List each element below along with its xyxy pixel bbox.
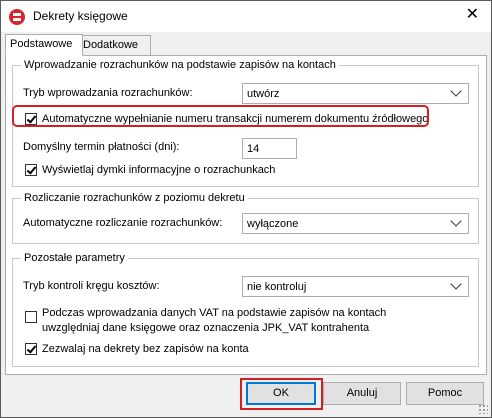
ok-highlight-annotation — [240, 378, 323, 410]
help-button[interactable]: Pomoc — [406, 382, 484, 405]
tab-panel-podstawowe: Wprowadzanie rozrachunków na podstawie z… — [5, 55, 487, 375]
group-settlement-from-entry: Rozliczanie rozrachunków z poziomu dekre… — [12, 191, 479, 244]
tab-dodatkowe[interactable]: Dodatkowe — [78, 35, 151, 56]
highlight-annotation — [12, 105, 429, 127]
tooltips-checkbox[interactable] — [25, 164, 37, 176]
entry-mode-value: utwórz — [247, 88, 280, 100]
title-bar[interactable]: Dekrety księgowe ✕ — [1, 1, 491, 32]
entry-mode-label: Tryb wprowadzania rozrachunków: — [23, 87, 193, 99]
group-legend: Pozostałe parametry — [21, 251, 128, 265]
tooltips-label[interactable]: Wyświetlaj dymki informacyjne o rozrachu… — [42, 163, 275, 177]
allow-empty-label[interactable]: Zezwalaj na dekrety bez zapisów na konta — [42, 342, 249, 356]
vat-label-line1[interactable]: Podczas wprowadzania danych VAT na podst… — [42, 306, 386, 320]
group-other-params: Pozostałe parametry Tryb kontroli kręgu … — [12, 251, 479, 367]
cost-control-value: nie kontroluj — [247, 281, 307, 293]
close-icon[interactable]: ✕ — [466, 7, 479, 23]
window-title: Dekrety księgowe — [33, 9, 128, 23]
cost-control-label: Tryb kontroli kręgu kosztów: — [23, 280, 160, 292]
payment-term-field[interactable]: 14 — [242, 138, 297, 159]
tab-podstawowe[interactable]: Podstawowe — [5, 34, 83, 56]
group-legend: Wprowadzanie rozrachunków na podstawie z… — [21, 58, 339, 72]
vat-label-line2[interactable]: uwzględniaj dane księgowe oraz oznaczeni… — [42, 321, 369, 335]
cost-control-select[interactable]: nie kontroluj — [242, 276, 469, 297]
resize-grip-icon[interactable] — [478, 404, 488, 414]
auto-settle-label: Automatyczne rozliczanie rozrachunków: — [23, 217, 223, 229]
cancel-button[interactable]: Anuluj — [323, 382, 401, 405]
auto-settle-select[interactable]: wyłączone — [242, 213, 469, 234]
vat-checkbox[interactable] — [25, 311, 37, 323]
entry-mode-select[interactable]: utwórz — [242, 83, 469, 104]
chevron-down-icon — [450, 215, 462, 227]
payment-term-label: Domyślny termin płatności (dni): — [23, 141, 180, 153]
app-logo-icon — [9, 9, 25, 25]
chevron-down-icon — [450, 278, 462, 290]
dialog-window: Dekrety księgowe ✕ Podstawowe Dodatkowe … — [0, 0, 492, 418]
group-legend: Rozliczanie rozrachunków z poziomu dekre… — [21, 191, 248, 205]
payment-term-value: 14 — [247, 143, 260, 155]
auto-settle-value: wyłączone — [247, 218, 299, 230]
allow-empty-checkbox[interactable] — [25, 343, 37, 355]
chevron-down-icon — [450, 85, 462, 97]
